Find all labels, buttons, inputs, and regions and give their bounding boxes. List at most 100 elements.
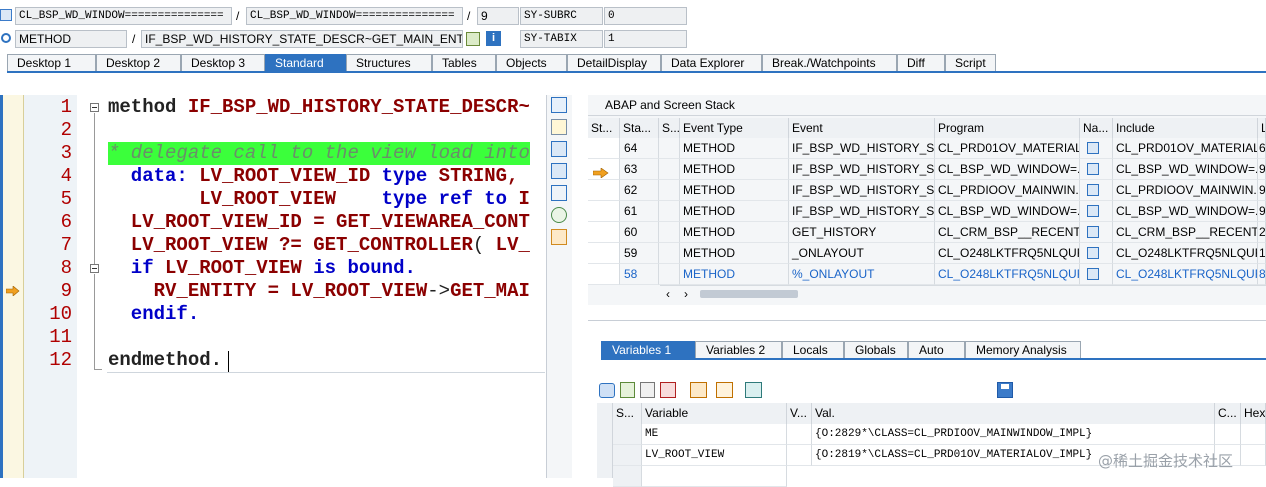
tab-variables-1[interactable]: Variables 1 (601, 341, 695, 358)
tab-desktop-3[interactable]: Desktop 3 (181, 54, 265, 71)
vars-row-selector-col (597, 403, 613, 478)
tab-break-watchpoints[interactable]: Break./Watchpoints (762, 54, 897, 71)
vars-col-variable[interactable]: Variable (642, 403, 787, 424)
fold-toggle-icon[interactable] (90, 264, 99, 273)
navigate-icon[interactable] (466, 32, 480, 46)
variables-tabstrip: Variables 1 Variables 2 Locals Globals A… (601, 341, 1081, 358)
tab-globals[interactable]: Globals (844, 341, 908, 358)
stack-col-program[interactable]: Program (935, 118, 1080, 138)
stack-col-event-type[interactable]: Event Type (680, 118, 789, 138)
include-field[interactable]: CL_BSP_WD_WINDOW=============== (246, 7, 463, 25)
desktop-tabstrip: Desktop 1 Desktop 2 Desktop 3 Standard S… (7, 54, 996, 71)
copy-icon[interactable] (640, 382, 655, 398)
vars-col-value[interactable]: Val. (812, 403, 1215, 424)
stack-row-navigate[interactable] (1080, 201, 1113, 222)
vars-col-v[interactable]: V... (787, 403, 812, 424)
vars-col-c[interactable]: C... (1215, 403, 1241, 424)
source-code-icon[interactable] (1087, 268, 1099, 280)
close-tool-icon[interactable] (551, 97, 567, 113)
transfer-icon[interactable] (716, 382, 733, 398)
line-12-underline (107, 372, 545, 373)
stack-row-status (588, 159, 620, 180)
scroll-left-icon[interactable]: ‹ (666, 287, 670, 301)
tab-standard[interactable]: Standard (265, 54, 346, 71)
panel-splitter[interactable] (588, 320, 1266, 321)
stack-row-event-type: METHOD (680, 138, 789, 159)
stack-row-navigate[interactable] (1080, 222, 1113, 243)
event-type-field[interactable]: METHOD (15, 30, 127, 48)
vars-row-name[interactable]: LV_ROOT_VIEW (642, 445, 787, 466)
code-editor[interactable]: 1 2 3 4 5 6 7 8 9 10 11 12 method IF_BSP… (0, 95, 545, 478)
edit-icon[interactable] (620, 382, 635, 398)
delete-icon[interactable] (599, 383, 615, 398)
new-tool-icon[interactable] (551, 119, 567, 135)
event-field[interactable]: IF_BSP_WD_HISTORY_STATE_DESCR~GET_MAIN_E… (141, 30, 463, 48)
fold-toggle-icon[interactable] (90, 103, 99, 112)
stack-row-navigate[interactable] (1080, 264, 1113, 285)
stack-row-s (659, 264, 680, 285)
line-field[interactable]: 9 (477, 7, 519, 25)
stack-col-navigate[interactable]: Na... (1080, 118, 1113, 138)
stack-row-event-type: METHOD (680, 180, 789, 201)
stack-row-navigate[interactable] (1080, 180, 1113, 201)
source-code-icon[interactable] (1087, 226, 1099, 238)
stack-h-scrollbar[interactable]: ‹ › (660, 285, 1266, 302)
vars-row-name[interactable] (642, 466, 787, 487)
stack-col-line[interactable]: L (1258, 118, 1266, 138)
tab-detaildisplay[interactable]: DetailDisplay (567, 54, 661, 71)
sort-icon[interactable] (690, 382, 707, 398)
line-number: 2 (60, 119, 72, 141)
remove-icon[interactable] (660, 382, 676, 398)
stack-col-s[interactable]: S... (659, 118, 680, 138)
vars-row-v (787, 445, 812, 466)
tab-variables-2[interactable]: Variables 2 (695, 341, 782, 358)
stack-title-divider (588, 115, 1266, 116)
save-icon[interactable] (997, 382, 1013, 398)
stack-row-navigate[interactable] (1080, 243, 1113, 264)
vars-row-value[interactable]: {O:2829*\CLASS=CL_PRDIOOV_MAINWINDOW_IMP… (812, 424, 1215, 445)
source-code-icon[interactable] (1087, 163, 1099, 175)
tab-objects[interactable]: Objects (496, 54, 567, 71)
tab-structures[interactable]: Structures (346, 54, 432, 71)
source-code-icon[interactable] (1087, 205, 1099, 217)
refresh-tool-icon[interactable] (551, 207, 567, 223)
stack-row-program: CL_PRDIOOV_MAINWIN... (935, 180, 1080, 201)
source-code-icon[interactable] (1087, 247, 1099, 259)
stack-col-event[interactable]: Event (789, 118, 935, 138)
tab-locals[interactable]: Locals (782, 341, 844, 358)
stack-row-navigate[interactable] (1080, 138, 1113, 159)
source-code-icon[interactable] (1087, 184, 1099, 196)
stack-row-line: 1 (1258, 243, 1266, 264)
vars-row-name[interactable]: ME (642, 424, 787, 445)
tab-diff[interactable]: Diff (897, 54, 945, 71)
tab-data-explorer[interactable]: Data Explorer (661, 54, 762, 71)
maximize-tool-icon[interactable] (551, 141, 567, 157)
tab-auto[interactable]: Auto (908, 341, 965, 358)
info-icon[interactable]: i (486, 31, 501, 46)
event-icon (0, 32, 12, 44)
format-icon[interactable] (745, 382, 762, 398)
stack-row-line: 6 (1258, 138, 1266, 159)
vars-col-status[interactable]: S... (613, 403, 642, 424)
tab-desktop-1[interactable]: Desktop 1 (7, 54, 96, 71)
tab-script[interactable]: Script (945, 54, 996, 71)
program-field[interactable]: CL_BSP_WD_WINDOW=============== (15, 7, 232, 25)
code-line-9: RV_ENTITY = LV_ROOT_VIEW->GET_MAI (108, 280, 530, 302)
tab-tables[interactable]: Tables (432, 54, 496, 71)
source-code-icon[interactable] (1087, 142, 1099, 154)
stack-col-include[interactable]: Include (1113, 118, 1258, 138)
settings-tool-icon[interactable] (551, 229, 567, 245)
stack-row-level: 59 (620, 243, 659, 264)
stack-row-status (588, 264, 620, 285)
swap-tool-icon[interactable] (551, 185, 567, 201)
vars-col-hex[interactable]: Hex (1241, 403, 1266, 424)
stack-col-level[interactable]: Sta... (620, 118, 659, 138)
stack-row-navigate[interactable] (1080, 159, 1113, 180)
fullscreen-tool-icon[interactable] (551, 163, 567, 179)
scroll-right-icon[interactable]: › (684, 287, 688, 301)
tab-desktop-2[interactable]: Desktop 2 (96, 54, 181, 71)
scroll-thumb[interactable] (700, 290, 798, 298)
tab-memory-analysis[interactable]: Memory Analysis (965, 341, 1081, 358)
stack-col-status[interactable]: St... (588, 118, 620, 138)
stack-row-event: GET_HISTORY (789, 222, 935, 243)
